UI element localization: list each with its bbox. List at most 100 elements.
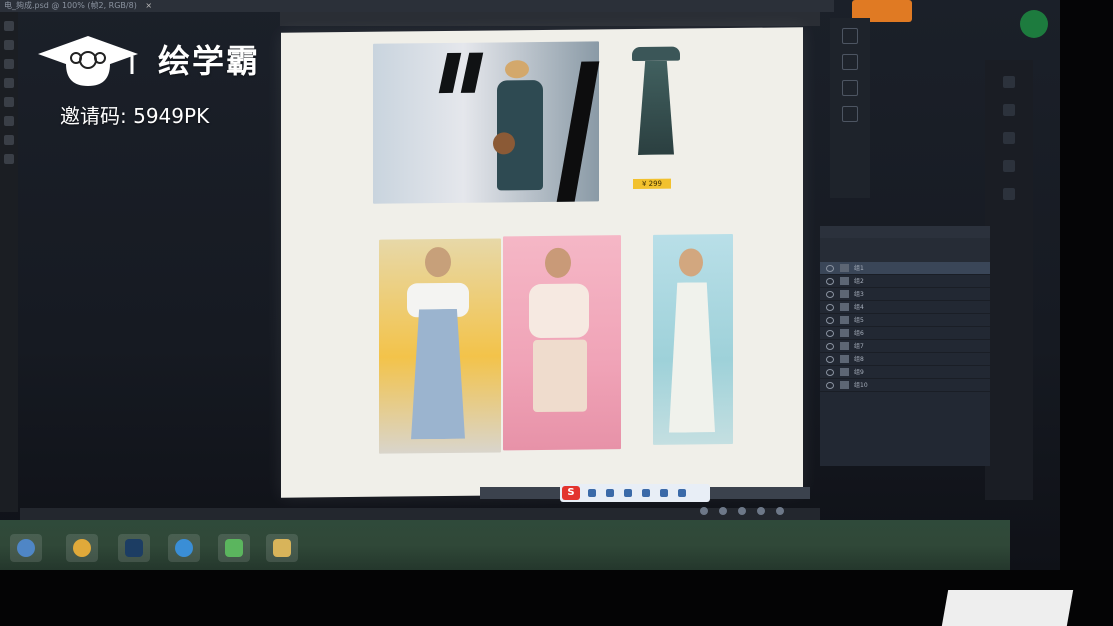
text-icon[interactable] xyxy=(842,54,858,70)
paragraph-icon[interactable] xyxy=(842,80,858,96)
layer-label: 组4 xyxy=(854,304,864,311)
invite-code: 5949PK xyxy=(133,104,210,128)
crop-tool-icon[interactable] xyxy=(4,78,14,88)
layer-row[interactable]: 组10 xyxy=(820,379,990,392)
layer-row[interactable]: 组2 xyxy=(820,275,990,288)
sogou-ime-icon[interactable]: S xyxy=(562,486,580,500)
wechat-taskbar-icon[interactable] xyxy=(218,534,250,562)
layer-row[interactable]: 组3 xyxy=(820,288,990,301)
layers-panel: 组1 组2 组3 组4 组5 组6 组7 组8 组9 组10 xyxy=(820,226,990,466)
layer-thumbnail xyxy=(840,303,849,311)
layer-row[interactable]: 组7 xyxy=(820,340,990,353)
layer-row[interactable]: 组9 xyxy=(820,366,990,379)
layer-thumbnail xyxy=(840,368,849,376)
ruler xyxy=(280,12,820,26)
channels-icon[interactable] xyxy=(1003,160,1015,172)
layer-thumbnail xyxy=(840,316,849,324)
tab-close-icon[interactable]: × xyxy=(145,0,152,12)
color-panel-icon[interactable] xyxy=(1003,76,1015,88)
document-tab[interactable]: 电_夠成.psd @ 100% (帧2, RGB/8) × xyxy=(0,0,834,12)
eye-icon[interactable] xyxy=(826,369,834,376)
model-photo-4 xyxy=(653,233,733,445)
text-tool-icon[interactable] xyxy=(4,135,14,145)
layer-label: 组1 xyxy=(854,265,864,272)
eye-icon[interactable] xyxy=(826,356,834,363)
folder-taskbar-icon[interactable] xyxy=(266,534,298,562)
monitor-bezel xyxy=(1060,0,1113,626)
tools-panel xyxy=(0,12,18,512)
eye-icon[interactable] xyxy=(826,317,834,324)
layer-thumbnail xyxy=(840,264,849,272)
move-tool-icon[interactable] xyxy=(4,21,14,31)
chrome-taskbar-icon[interactable] xyxy=(66,534,98,562)
styles-icon[interactable] xyxy=(1003,132,1015,144)
layer-row[interactable]: 组6 xyxy=(820,327,990,340)
adjust-icon[interactable] xyxy=(842,106,858,122)
eye-icon[interactable] xyxy=(826,382,834,389)
photoshop-taskbar-icon[interactable] xyxy=(118,534,150,562)
model-photo-2 xyxy=(379,238,501,454)
document-tab-title: 电_夠成.psd @ 100% (帧2, RGB/8) xyxy=(4,1,137,10)
brush-tool-icon[interactable] xyxy=(4,97,14,107)
layer-thumbnail xyxy=(840,329,849,337)
layer-row[interactable]: 组8 xyxy=(820,353,990,366)
eye-icon[interactable] xyxy=(826,278,834,285)
invite-code-line: 邀请码: 5949PK xyxy=(60,100,209,129)
panel-dock xyxy=(985,60,1033,500)
lasso-tool-icon[interactable] xyxy=(4,59,14,69)
ime-keyboard-icon[interactable] xyxy=(624,489,632,497)
brand-name: 绘学霸 xyxy=(158,42,261,80)
swatches-icon[interactable] xyxy=(1003,104,1015,116)
layer-label: 组9 xyxy=(854,369,864,376)
dress-product-photo xyxy=(626,42,686,163)
layer-row[interactable]: 组4 xyxy=(820,301,990,314)
marquee-tool-icon[interactable] xyxy=(4,40,14,50)
document-canvas[interactable]: ¥ 299 xyxy=(281,27,803,498)
ime-tools-icon[interactable] xyxy=(678,489,686,497)
layer-thumbnail xyxy=(840,290,849,298)
ime-skin-icon[interactable] xyxy=(660,489,668,497)
taskbar xyxy=(0,520,1010,570)
model-photo-1 xyxy=(373,41,600,204)
ime-mode-icon[interactable] xyxy=(588,489,596,497)
eye-icon[interactable] xyxy=(826,304,834,311)
eye-icon[interactable] xyxy=(826,343,834,350)
zoom-tool-icon[interactable] xyxy=(4,154,14,164)
layer-row[interactable]: 组1 xyxy=(820,262,990,275)
layer-label: 组7 xyxy=(854,343,864,350)
eye-icon[interactable] xyxy=(826,330,834,337)
app-icon[interactable] xyxy=(1020,10,1048,38)
model-photo-3 xyxy=(503,235,621,451)
skype-taskbar-icon[interactable] xyxy=(168,534,200,562)
layer-label: 组2 xyxy=(854,278,864,285)
mortarboard-logo-icon xyxy=(38,36,138,86)
layer-row[interactable]: 组5 xyxy=(820,314,990,327)
ime-punct-icon[interactable] xyxy=(606,489,614,497)
layer-thumbnail xyxy=(840,355,849,363)
layer-label: 组6 xyxy=(854,330,864,337)
eye-icon[interactable] xyxy=(826,291,834,298)
layer-thumbnail xyxy=(840,342,849,350)
layer-label: 组3 xyxy=(854,291,864,298)
layer-label: 组8 xyxy=(854,356,864,363)
system-tray xyxy=(700,500,1030,515)
eye-icon[interactable] xyxy=(826,265,834,272)
layer-label: 组10 xyxy=(854,382,868,389)
tray-icon[interactable] xyxy=(700,507,708,515)
layers-filter-row[interactable] xyxy=(820,238,990,250)
layers-blend-row[interactable] xyxy=(820,250,990,262)
invite-label: 邀请码: xyxy=(60,104,134,128)
start-button[interactable] xyxy=(10,534,42,562)
layer-label: 组5 xyxy=(854,317,864,324)
layer-thumbnail xyxy=(840,381,849,389)
photo-of-monitor: 电_夠成.psd @ 100% (帧2, RGB/8) × ¥ 299 组1 组… xyxy=(0,0,1113,626)
eraser-tool-icon[interactable] xyxy=(4,116,14,126)
history-icon[interactable] xyxy=(842,28,858,44)
ime-voice-icon[interactable] xyxy=(642,489,650,497)
price-tag: ¥ 299 xyxy=(633,178,671,190)
properties-strip xyxy=(830,18,870,198)
layer-thumbnail xyxy=(840,277,849,285)
ime-toolbar[interactable]: S xyxy=(560,484,710,502)
paths-icon[interactable] xyxy=(1003,188,1015,200)
layers-panel-tabs[interactable] xyxy=(820,226,990,238)
